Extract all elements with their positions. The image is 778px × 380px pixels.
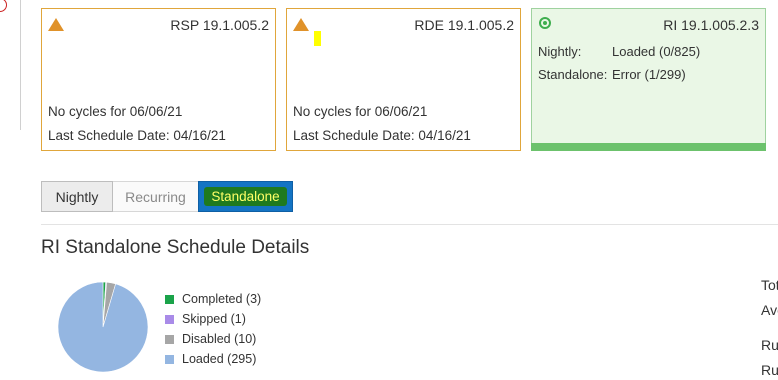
card-title: RDE 19.1.005.2 <box>414 17 514 33</box>
legend-item-completed[interactable]: Completed (3) <box>165 289 261 309</box>
legend-label: Completed (3) <box>182 292 262 306</box>
radio-check-icon <box>539 17 551 29</box>
legend-swatch <box>165 294 174 304</box>
cycles-text: No cycles for 06/06/21 <box>293 104 428 119</box>
summary-label: Ru <box>761 337 778 353</box>
error-circle-icon <box>0 0 7 12</box>
schedule-tabs: Nightly Recurring Standalone <box>41 181 293 212</box>
summary-label: Ru <box>761 362 778 378</box>
legend-swatch <box>165 354 174 364</box>
warning-triangle-icon <box>293 18 309 31</box>
schedule-pie-chart <box>57 281 149 373</box>
pie-slice-loaded[interactable] <box>57 281 149 373</box>
tab-recurring[interactable]: Recurring <box>113 181 198 212</box>
legend-label: Disabled (10) <box>182 332 257 346</box>
section-title: RI Standalone Schedule Details <box>41 237 310 258</box>
summary-label: Tot <box>761 277 778 293</box>
legend-swatch <box>165 314 174 324</box>
legend-item-disabled[interactable]: Disabled (10) <box>165 329 261 349</box>
card-title: RI 19.1.005.2.3 <box>663 17 759 33</box>
standalone-value: Error (1/299) <box>612 67 686 82</box>
summary-label: Ave <box>761 302 778 318</box>
last-schedule-text: Last Schedule Date: 04/16/21 <box>293 128 471 143</box>
chart-legend: Completed (3) Skipped (1) Disabled (10) Loa… <box>165 289 261 369</box>
ri-status-card[interactable]: RI 19.1.005.2.3 Nightly: Loaded (0/825) … <box>531 8 766 151</box>
divider <box>41 224 778 225</box>
legend-label: Loaded (295) <box>182 352 257 366</box>
warning-triangle-icon <box>48 18 64 31</box>
legend-swatch <box>165 334 174 344</box>
legend-item-loaded[interactable]: Loaded (295) <box>165 349 261 369</box>
legend-label: Skipped (1) <box>182 312 246 326</box>
last-schedule-text: Last Schedule Date: 04/16/21 <box>48 128 226 143</box>
tab-standalone[interactable]: Standalone <box>198 181 293 212</box>
card-title: RSP 19.1.005.2 <box>170 17 269 33</box>
tab-nightly[interactable]: Nightly <box>41 181 113 212</box>
nightly-label: Nightly: <box>538 44 582 59</box>
rsp-status-card[interactable]: RSP 19.1.005.2 No cycles for 06/06/21 La… <box>41 8 276 151</box>
cycles-text: No cycles for 06/06/21 <box>48 104 183 119</box>
status-bar <box>531 143 766 151</box>
legend-item-skipped[interactable]: Skipped (1) <box>165 309 261 329</box>
tab-standalone-label: Standalone <box>204 187 287 206</box>
standalone-label: Standalone: <box>538 67 608 82</box>
left-panel-edge <box>0 0 21 130</box>
highlight-marker <box>314 31 321 46</box>
nightly-value: Loaded (0/825) <box>612 44 701 59</box>
rde-status-card[interactable]: RDE 19.1.005.2 No cycles for 06/06/21 La… <box>286 8 521 151</box>
